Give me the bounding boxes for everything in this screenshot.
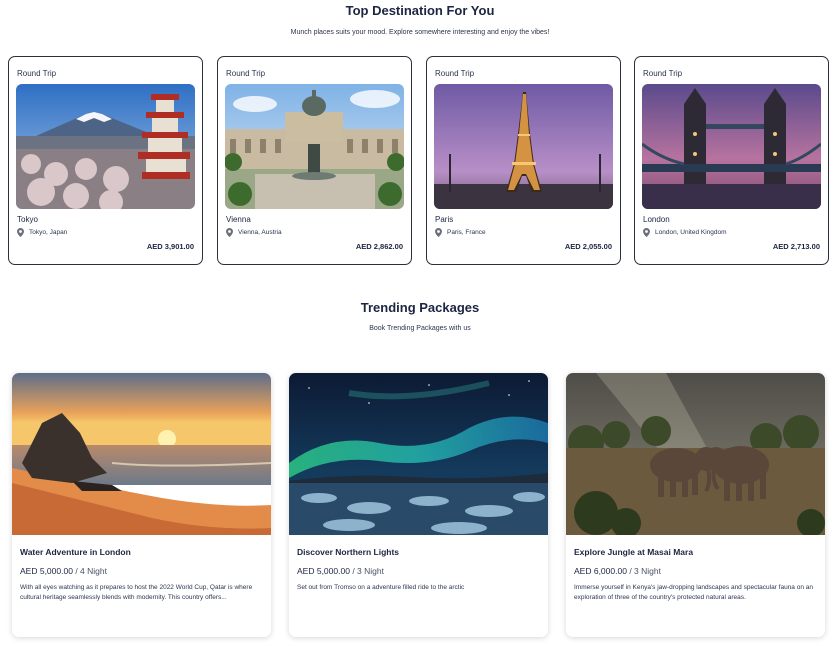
package-price: AED 5,000.00 / 4 Night <box>20 566 107 576</box>
package-price-amount: AED 5,000.00 <box>297 566 350 576</box>
destination-card-tokyo[interactable]: Round Trip Tokyo Tokyo, Japan AED 3,901.… <box>8 56 203 265</box>
package-image-aurora[interactable] <box>289 373 548 535</box>
map-pin-icon <box>17 228 24 237</box>
destination-image-london[interactable] <box>642 84 821 209</box>
destination-card-london[interactable]: Round Trip London London, United Kingdom <box>634 56 829 265</box>
map-pin-icon <box>435 228 442 237</box>
destination-price: AED 2,713.00 <box>772 242 820 251</box>
package-card-northern-lights[interactable]: Discover Northern Lights AED 5,000.00 / … <box>289 373 548 637</box>
package-name[interactable]: Explore Jungle at Masai Mara <box>574 547 693 557</box>
location-text: Vienna, Austria <box>238 229 282 236</box>
package-image-elephants[interactable] <box>566 373 825 535</box>
trip-type-label: Round Trip <box>435 69 475 78</box>
package-image-beach[interactable] <box>12 373 271 535</box>
trip-type-label: Round Trip <box>643 69 683 78</box>
destination-city: Vienna <box>226 215 251 224</box>
package-card-masai-mara[interactable]: Explore Jungle at Masai Mara AED 6,000.0… <box>566 373 825 637</box>
package-price: AED 5,000.00 / 3 Night <box>297 566 384 576</box>
trip-type-label: Round Trip <box>226 69 266 78</box>
package-price-amount: AED 6,000.00 <box>574 566 627 576</box>
package-description: With all eyes watching as it prepares to… <box>20 584 253 601</box>
destination-location: Paris, France <box>435 228 486 237</box>
package-name[interactable]: Discover Northern Lights <box>297 547 399 557</box>
location-text: Paris, France <box>447 229 486 236</box>
package-description: Immerse yourself in Kenya's jaw-dropping… <box>574 584 813 601</box>
destination-city: Tokyo <box>17 215 38 224</box>
section-title: Top Destination For You <box>345 3 495 18</box>
destination-card-paris[interactable]: Round Trip Paris Paris, France AED 2,055… <box>426 56 621 265</box>
package-card-water-adventure[interactable]: Water Adventure in London AED 5,000.00 /… <box>12 373 271 637</box>
trip-type-label: Round Trip <box>17 69 57 78</box>
package-description: Set out from Tromso on a adventure fille… <box>297 584 465 591</box>
destination-price: AED 2,862.00 <box>355 242 403 251</box>
destination-price: AED 3,901.00 <box>146 242 194 251</box>
destination-image-tokyo[interactable] <box>16 84 195 209</box>
package-name[interactable]: Water Adventure in London <box>20 547 131 557</box>
section-subtitle: Book Trending Packages with us <box>369 325 471 332</box>
section-subtitle: Munch places suits your mood. Explore so… <box>290 29 550 36</box>
destination-city: London <box>643 215 670 224</box>
package-nights: / 3 Night <box>352 566 384 576</box>
destination-price: AED 2,055.00 <box>564 242 612 251</box>
location-text: London, United Kingdom <box>655 229 727 236</box>
map-pin-icon <box>226 228 233 237</box>
map-pin-icon <box>643 228 650 237</box>
section-title: Trending Packages <box>360 300 480 315</box>
destination-location: Vienna, Austria <box>226 228 282 237</box>
destination-location: Tokyo, Japan <box>17 228 67 237</box>
package-nights: / 4 Night <box>75 566 107 576</box>
package-price-amount: AED 5,000.00 <box>20 566 73 576</box>
destination-location: London, United Kingdom <box>643 228 727 237</box>
destination-image-paris[interactable] <box>434 84 613 209</box>
destination-image-vienna[interactable] <box>225 84 404 209</box>
destination-card-vienna[interactable]: Round Trip Vienna Vienna, Austria AED 2,… <box>217 56 412 265</box>
location-text: Tokyo, Japan <box>29 229 68 236</box>
package-price: AED 6,000.00 / 3 Night <box>574 566 661 576</box>
destination-city: Paris <box>435 215 454 224</box>
package-nights: / 3 Night <box>629 566 661 576</box>
